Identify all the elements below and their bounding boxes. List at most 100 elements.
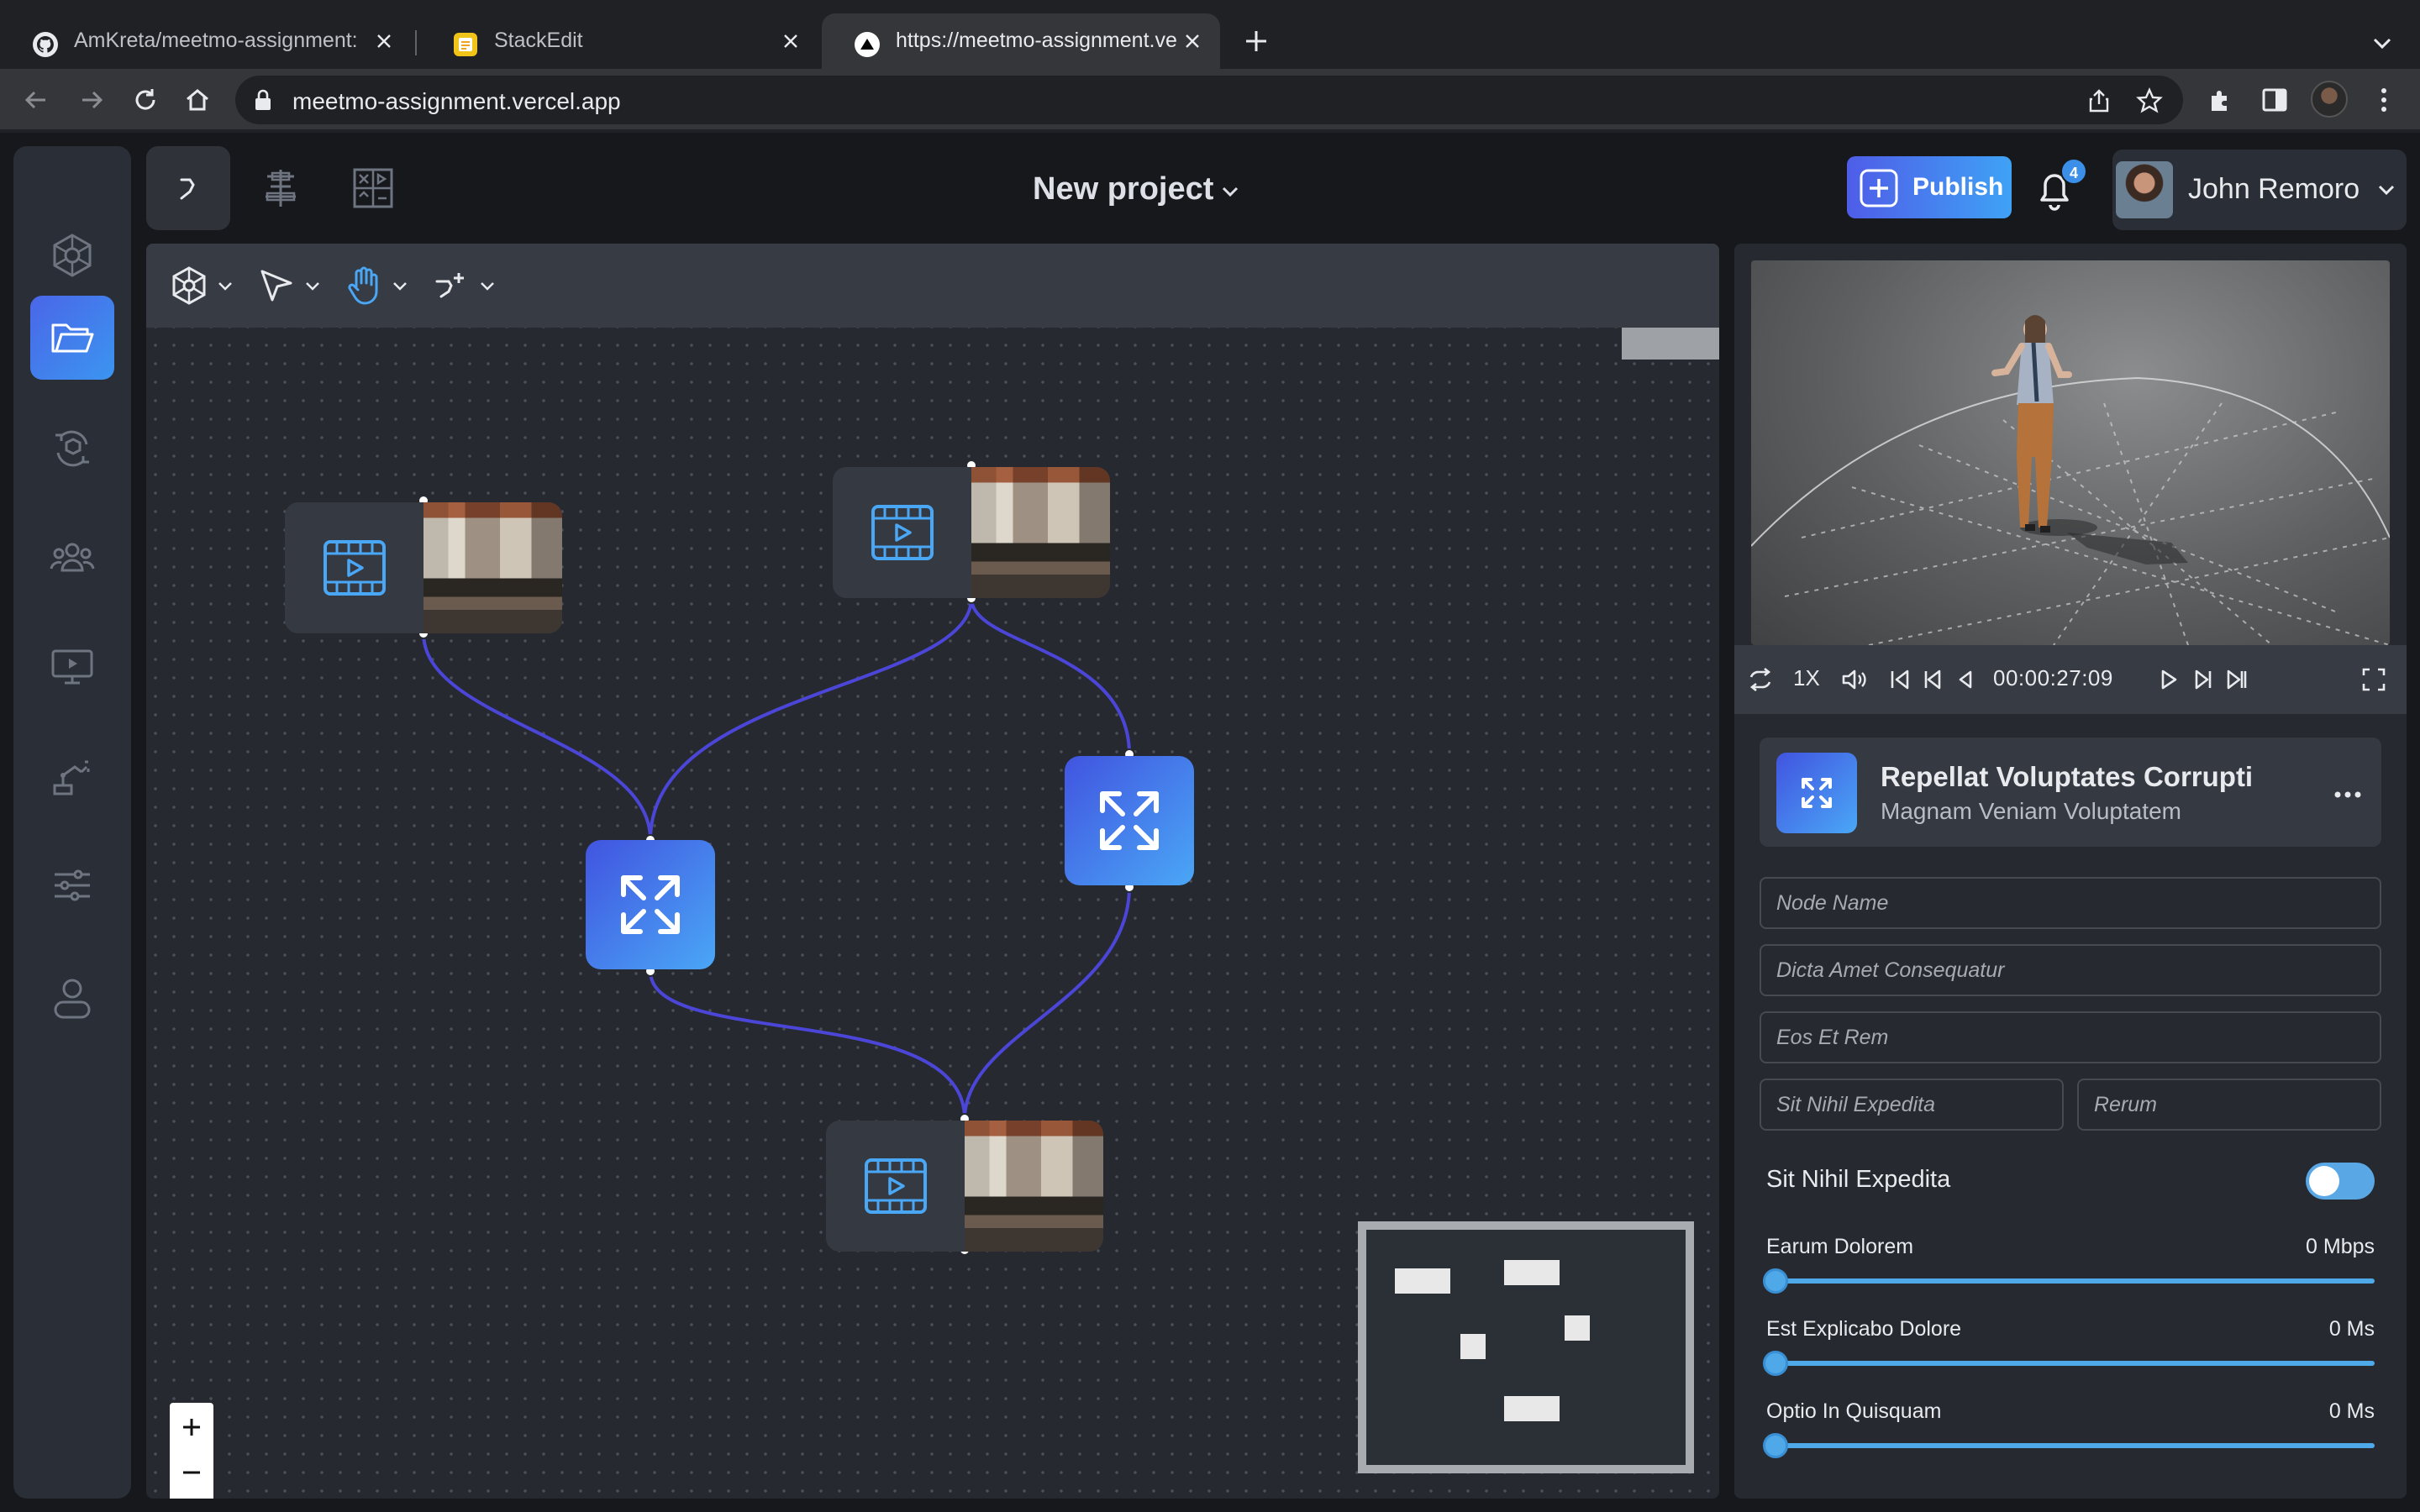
sidebar-item-team[interactable] xyxy=(30,516,114,600)
skip-to-end-icon[interactable] xyxy=(2222,665,2250,694)
media-node[interactable] xyxy=(826,1121,1103,1252)
publish-button[interactable]: Publish xyxy=(1847,156,2012,218)
player-controls: 1X 00:00:27:09 xyxy=(1734,645,2407,714)
close-icon[interactable] xyxy=(373,30,395,52)
vercel-icon xyxy=(855,32,880,57)
chevron-down-icon[interactable] xyxy=(1218,180,1242,203)
zoom-in-button[interactable] xyxy=(170,1404,213,1450)
reload-icon[interactable] xyxy=(129,84,161,116)
fit-view-button[interactable] xyxy=(170,1495,213,1499)
chevron-down-icon[interactable] xyxy=(2368,29,2396,57)
user-icon xyxy=(54,979,91,1019)
text-field[interactable] xyxy=(1760,944,2381,996)
toggle-switch[interactable] xyxy=(2306,1163,2375,1200)
tab-separator xyxy=(415,30,417,55)
project-title[interactable]: New project xyxy=(1033,171,1213,207)
playback-speed[interactable]: 1X xyxy=(1793,665,1820,691)
user-menu[interactable]: John Remoro xyxy=(2112,150,2407,230)
play-icon[interactable] xyxy=(2154,665,2183,694)
sidebar-item-user[interactable] xyxy=(30,956,114,1040)
browser-tab-active[interactable]: https://meetmo-assignment.ve xyxy=(822,13,1220,69)
sidebar-toggle-icon[interactable] xyxy=(2259,84,2291,116)
share-icon[interactable] xyxy=(2086,87,2112,114)
view-hierarchy-button[interactable] xyxy=(239,146,323,230)
browser-profile-avatar[interactable] xyxy=(2311,81,2348,118)
text-field[interactable] xyxy=(1760,1079,2064,1131)
process-node[interactable] xyxy=(586,840,715,969)
edge[interactable] xyxy=(963,886,1131,1120)
selected-node-card: Repellat Voluptates Corrupti Magnam Veni… xyxy=(1760,738,2381,847)
back-icon[interactable] xyxy=(20,84,52,116)
slider-row: Earum Dolorem 0 Mbps xyxy=(1763,1235,2375,1310)
forward-icon[interactable] xyxy=(76,84,108,116)
sidebar-item-presentation[interactable] xyxy=(30,625,114,709)
zoom-out-button[interactable] xyxy=(170,1450,213,1495)
publish-label: Publish xyxy=(1912,173,2004,201)
frame-back-icon[interactable] xyxy=(1951,665,1980,694)
sidebar-item-network[interactable] xyxy=(30,213,114,297)
edge[interactable] xyxy=(649,597,973,841)
media-node-icon xyxy=(285,502,424,633)
close-icon[interactable] xyxy=(1181,30,1203,52)
zoom-controls xyxy=(170,1403,213,1499)
sidebar-item-robot-arm[interactable] xyxy=(30,734,114,818)
volume-icon[interactable] xyxy=(1839,665,1867,694)
skip-to-start-icon[interactable] xyxy=(1886,665,1914,694)
presentation-icon xyxy=(51,649,93,685)
process-node[interactable] xyxy=(1065,756,1194,885)
browser-tab-stackedit[interactable]: StackEdit xyxy=(420,13,818,69)
minimap-node xyxy=(1395,1268,1450,1294)
browser-tab-github[interactable]: AmKreta/meetmo-assignment: A xyxy=(0,13,412,69)
text-field[interactable] xyxy=(1760,1011,2381,1063)
plus-square-icon xyxy=(1860,169,1898,207)
kebab-menu-icon[interactable] xyxy=(2368,84,2400,116)
step-back-icon[interactable] xyxy=(1919,665,1948,694)
address-bar[interactable]: meetmo-assignment.vercel.app xyxy=(235,76,2183,124)
slider-track[interactable] xyxy=(1766,1443,2375,1448)
slider-track[interactable] xyxy=(1766,1278,2375,1284)
tab-label: StackEdit xyxy=(494,29,583,52)
new-tab-icon[interactable] xyxy=(1242,27,1270,55)
network-icon xyxy=(53,234,92,277)
home-icon[interactable] xyxy=(182,84,213,116)
flow-canvas[interactable] xyxy=(146,244,1719,1499)
app-top-bar: New project Publish 4 John Remoro xyxy=(146,146,2407,239)
media-thumbnail xyxy=(965,1121,1103,1252)
slider-row: Optio In Quisquam 0 Ms xyxy=(1763,1399,2375,1475)
loop-icon[interactable] xyxy=(1746,665,1775,694)
extensions-icon[interactable] xyxy=(2205,84,2237,116)
view-flow-button[interactable] xyxy=(146,146,230,230)
avatar xyxy=(2116,161,2173,218)
properties-panel: 1X 00:00:27:09 Repellat Voluptates Corru… xyxy=(1734,244,2407,1499)
stackedit-icon xyxy=(454,33,477,56)
slider-track[interactable] xyxy=(1766,1361,2375,1366)
toggle-knob xyxy=(2309,1166,2339,1196)
close-icon[interactable] xyxy=(780,30,802,52)
volumetric-video-viewer[interactable] xyxy=(1751,260,2390,645)
edge[interactable] xyxy=(970,597,1131,755)
edge[interactable] xyxy=(422,633,652,841)
minimap-node xyxy=(1565,1315,1590,1341)
step-forward-icon[interactable] xyxy=(2188,665,2217,694)
edge[interactable] xyxy=(649,970,966,1120)
more-horizontal-icon[interactable] xyxy=(2331,778,2365,811)
media-node[interactable] xyxy=(833,467,1110,598)
video-icon xyxy=(871,505,934,560)
star-icon[interactable] xyxy=(2136,87,2163,114)
notification-badge: 4 xyxy=(2060,158,2087,185)
media-thumbnail xyxy=(424,502,562,633)
text-field[interactable] xyxy=(2077,1079,2381,1131)
media-node[interactable] xyxy=(285,502,562,633)
sidebar-item-settings-sliders[interactable] xyxy=(30,843,114,927)
view-media-grid-button[interactable] xyxy=(331,146,415,230)
node-name-field[interactable] xyxy=(1760,877,2381,929)
minimap[interactable] xyxy=(1358,1221,1694,1473)
slider-thumb[interactable] xyxy=(1763,1433,1788,1458)
sidebar-item-folder[interactable] xyxy=(30,296,114,380)
sidebar-item-cube-refresh[interactable] xyxy=(30,407,114,491)
fullscreen-icon[interactable] xyxy=(2360,665,2388,694)
viewer-stage xyxy=(1751,315,2390,645)
slider-label: Est Explicabo Dolore xyxy=(1766,1317,1962,1341)
slider-thumb[interactable] xyxy=(1763,1268,1788,1294)
slider-thumb[interactable] xyxy=(1763,1351,1788,1376)
